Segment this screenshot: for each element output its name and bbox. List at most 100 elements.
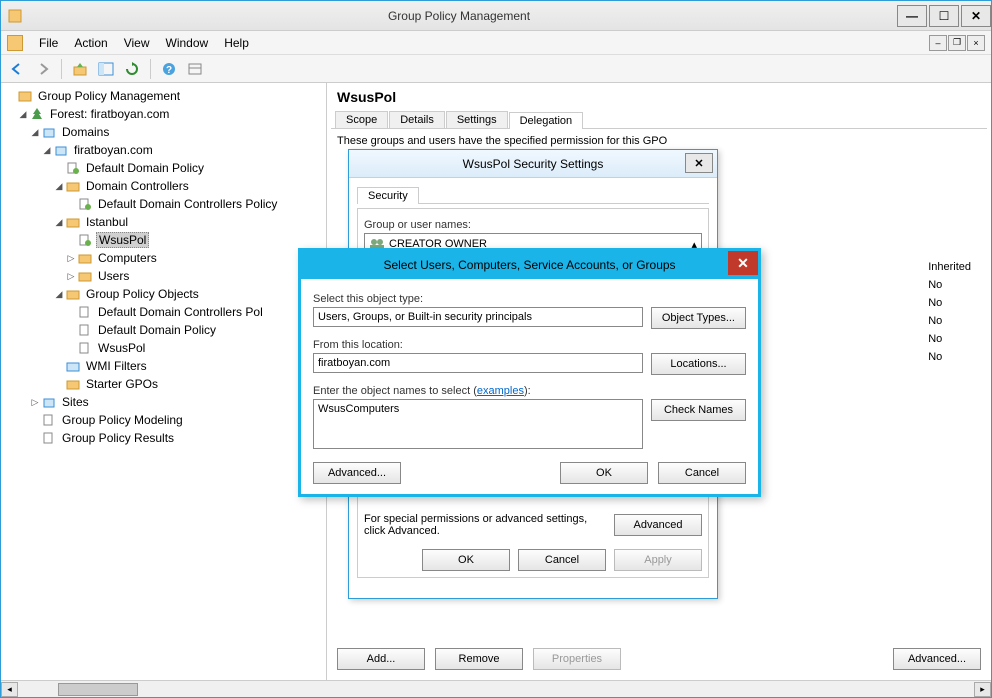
sec-ok-button[interactable]: OK [422, 549, 510, 571]
tree-wsuspol[interactable]: WsusPol [96, 232, 149, 248]
menubar: File Action View Window Help – ❐ × [1, 31, 991, 55]
location-field[interactable] [313, 353, 643, 373]
tree-domains[interactable]: Domains [60, 125, 111, 139]
tree-gpo[interactable]: Group Policy Objects [84, 287, 201, 301]
expander-icon[interactable]: ◢ [53, 217, 65, 228]
mdi-minimize[interactable]: – [929, 35, 947, 51]
gpo-container-icon [65, 287, 81, 301]
tab-details[interactable]: Details [389, 111, 445, 128]
inherited-column: Inherited No No No No No [928, 261, 971, 369]
tab-scope[interactable]: Scope [335, 111, 388, 128]
forward-button[interactable] [31, 58, 55, 80]
remove-button[interactable]: Remove [435, 648, 523, 670]
sites-icon [41, 395, 57, 409]
inherited-value: No [928, 279, 971, 297]
sec-cancel-button[interactable]: Cancel [518, 549, 606, 571]
tree-ddp[interactable]: Default Domain Policy [84, 161, 206, 175]
tree-sites[interactable]: Sites [60, 395, 91, 409]
help-button[interactable]: ? [157, 58, 181, 80]
tree-results[interactable]: Group Policy Results [60, 431, 176, 445]
ou-icon [65, 215, 81, 229]
examples-link[interactable]: examples [477, 385, 524, 397]
back-button[interactable] [5, 58, 29, 80]
check-names-button[interactable]: Check Names [651, 399, 746, 421]
expander-icon[interactable]: ◢ [29, 127, 41, 138]
delegation-buttons: Add... Remove Properties Advanced... [331, 642, 987, 676]
tree-root[interactable]: Group Policy Management [36, 89, 182, 103]
refresh-button[interactable] [120, 58, 144, 80]
inherited-value: No [928, 315, 971, 333]
toolbar: ? [1, 55, 991, 83]
tab-security[interactable]: Security [357, 187, 419, 204]
domain-icon [53, 143, 69, 157]
tree-computers[interactable]: Computers [96, 251, 159, 265]
dialog2-titlebar[interactable]: Select Users, Computers, Service Account… [301, 251, 758, 279]
minimize-button[interactable]: — [897, 5, 927, 27]
expander-icon[interactable]: ◢ [41, 145, 53, 156]
gpo-link-icon [77, 233, 93, 247]
sel-advanced-button[interactable]: Advanced... [313, 462, 401, 484]
tree-ddcp[interactable]: Default Domain Controllers Policy [96, 197, 279, 211]
tree-dc[interactable]: Domain Controllers [84, 179, 191, 193]
expander-icon[interactable]: ▷ [29, 397, 41, 408]
object-types-button[interactable]: Object Types... [651, 307, 746, 329]
tree-pane[interactable]: Group Policy Management ◢ Forest: firatbo… [1, 83, 327, 680]
properties-button[interactable]: Properties [533, 648, 621, 670]
expander-icon[interactable]: ▷ [65, 253, 77, 264]
mdi-restore[interactable]: ❐ [948, 35, 966, 51]
advanced-button[interactable]: Advanced... [893, 648, 981, 670]
menu-view[interactable]: View [116, 34, 158, 52]
gpo-link-icon [77, 197, 93, 211]
maximize-button[interactable]: ☐ [929, 5, 959, 27]
tree-users[interactable]: Users [96, 269, 131, 283]
scroll-thumb[interactable] [58, 683, 138, 696]
detail-title: WsusPol [331, 87, 987, 107]
dialog-titlebar[interactable]: WsusPol Security Settings ✕ [349, 150, 717, 178]
filter-button[interactable] [183, 58, 207, 80]
results-icon [41, 431, 57, 445]
scroll-right-icon[interactable]: ▸ [974, 682, 991, 697]
tree-forest[interactable]: Forest: firatboyan.com [48, 107, 171, 121]
tree-gpo-ddp[interactable]: Default Domain Policy [96, 323, 218, 337]
expander-icon[interactable]: ▷ [65, 271, 77, 282]
horizontal-scrollbar[interactable]: ◂ ▸ [1, 680, 991, 697]
gpo-icon [77, 305, 93, 319]
dialog-title: WsusPol Security Settings [463, 157, 604, 171]
tree-wmi[interactable]: WMI Filters [84, 359, 149, 373]
dialog-close-button[interactable]: ✕ [685, 153, 713, 173]
sel-ok-button[interactable]: OK [560, 462, 648, 484]
tree-domain[interactable]: firatboyan.com [72, 143, 155, 157]
object-type-field[interactable] [313, 307, 643, 327]
tab-settings[interactable]: Settings [446, 111, 508, 128]
group-users-label: Group or user names: [364, 219, 702, 231]
location-label: From this location: [313, 339, 746, 351]
add-button[interactable]: Add... [337, 648, 425, 670]
menu-action[interactable]: Action [66, 34, 115, 52]
locations-button[interactable]: Locations... [651, 353, 746, 375]
menu-file[interactable]: File [31, 34, 66, 52]
close-button[interactable]: ✕ [961, 5, 991, 27]
sel-cancel-button[interactable]: Cancel [658, 462, 746, 484]
tree-modeling[interactable]: Group Policy Modeling [60, 413, 185, 427]
dialog2-close-button[interactable]: ✕ [728, 251, 758, 275]
sec-apply-button[interactable]: Apply [614, 549, 702, 571]
sec-advanced-button[interactable]: Advanced [614, 514, 702, 536]
up-button[interactable] [68, 58, 92, 80]
tree-starter[interactable]: Starter GPOs [84, 377, 160, 391]
detail-tabs: Scope Details Settings Delegation [331, 107, 987, 129]
tree-gpo-wsus[interactable]: WsusPol [96, 341, 147, 355]
menu-help[interactable]: Help [216, 34, 257, 52]
tab-delegation[interactable]: Delegation [509, 112, 584, 129]
expander-icon[interactable]: ◢ [17, 109, 29, 120]
expander-icon[interactable]: ◢ [53, 181, 65, 192]
expander-icon[interactable]: ◢ [53, 289, 65, 300]
ou-icon [65, 179, 81, 193]
menu-window[interactable]: Window [158, 34, 217, 52]
mdi-close[interactable]: × [967, 35, 985, 51]
tree-gpo-ddcp[interactable]: Default Domain Controllers Pol [96, 305, 265, 319]
show-hide-tree-button[interactable] [94, 58, 118, 80]
tree-ou[interactable]: Istanbul [84, 215, 130, 229]
scroll-left-icon[interactable]: ◂ [1, 682, 18, 697]
folder-icon [77, 269, 93, 283]
object-names-field[interactable] [313, 399, 643, 449]
